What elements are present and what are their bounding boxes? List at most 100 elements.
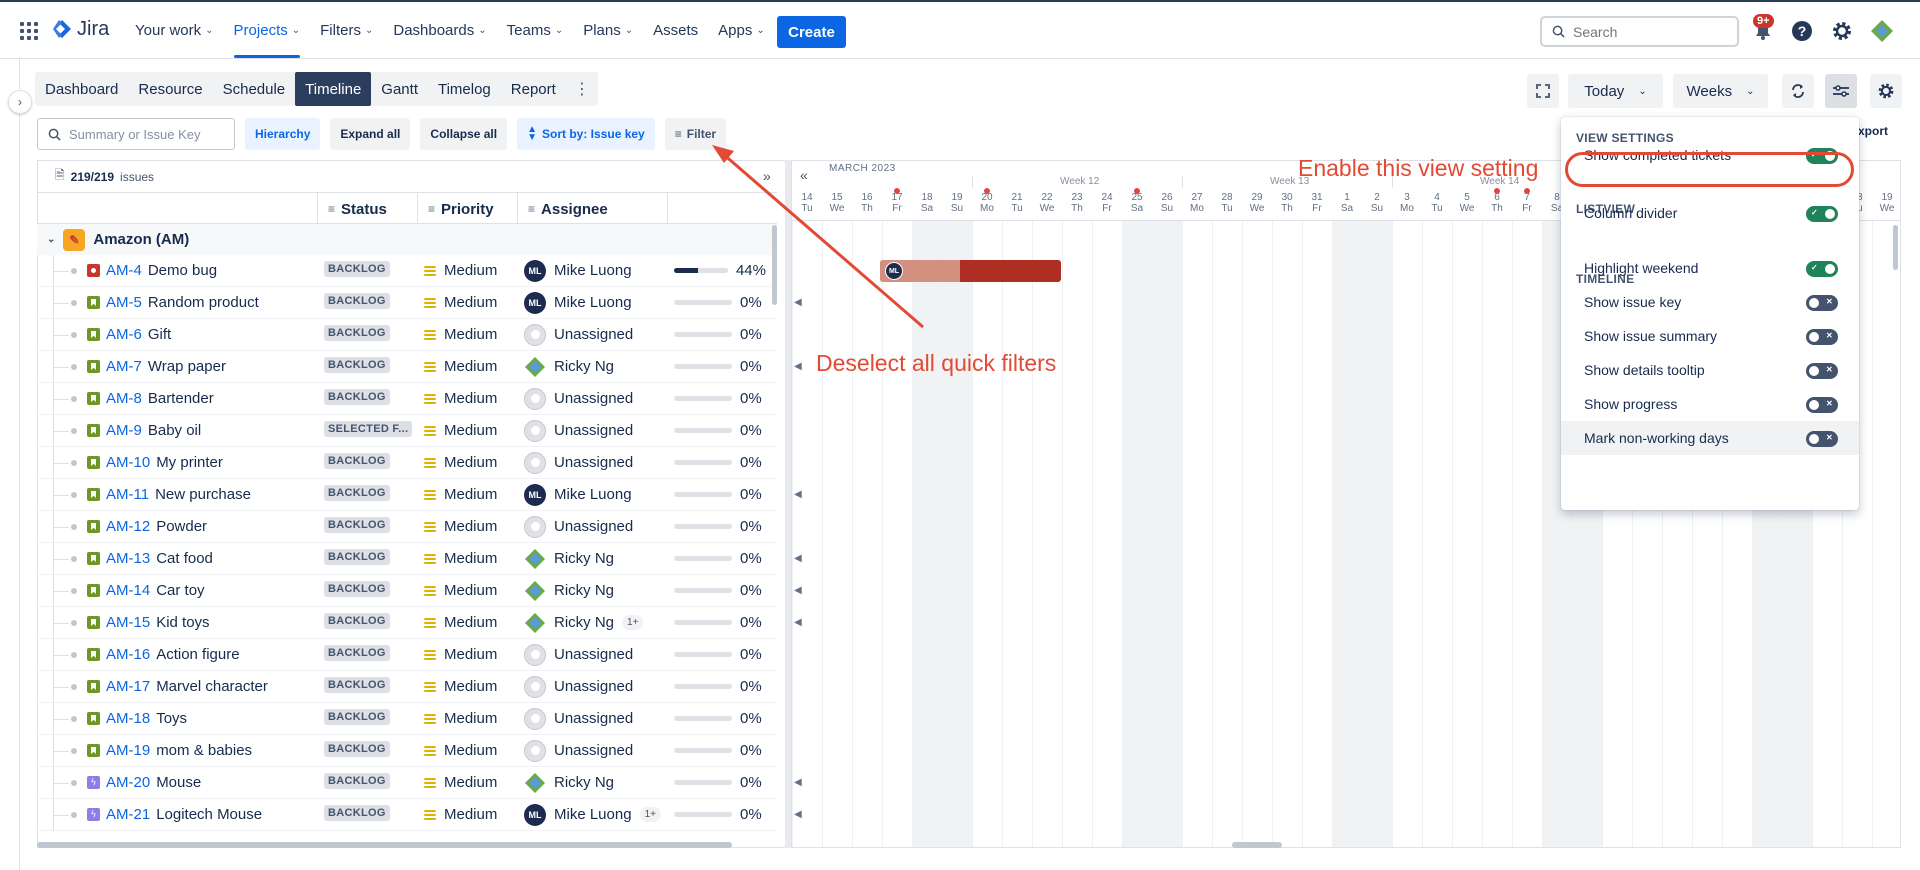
assignee-cell[interactable]: Unassigned	[516, 707, 666, 730]
assignee-cell[interactable]: Unassigned	[516, 451, 666, 474]
issue-summary-cell[interactable]: AM-19 mom & babies	[87, 742, 316, 759]
priority-cell[interactable]: Medium	[416, 262, 516, 279]
weeks-dropdown[interactable]: Weeks ⌄	[1673, 74, 1768, 108]
issue-summary-cell[interactable]: AM-21 Logitech Mouse	[87, 806, 316, 823]
table-row[interactable]: AM-5 Random product BACKLOG Medium ML Mike Lu…	[37, 286, 777, 319]
column-header-status[interactable]: ≡ Status	[317, 193, 417, 225]
table-row[interactable]: AM-13 Cat food BACKLOG Medium Ricky Ng 0%	[37, 542, 777, 575]
fullscreen-icon[interactable]	[1527, 74, 1559, 108]
table-row[interactable]: AM-20 Mouse BACKLOG Medium Ricky Ng 0%	[37, 766, 777, 799]
nav-item-plans[interactable]: Plans ⌄	[573, 2, 643, 59]
assignee-cell[interactable]: Unassigned	[516, 323, 666, 346]
assignee-cell[interactable]: ML Mike Luong 1+	[516, 803, 666, 826]
scroll-to-bar-icon[interactable]: ◀	[794, 553, 802, 564]
status-cell[interactable]: BACKLOG	[316, 580, 416, 601]
help-icon[interactable]: ?	[1789, 18, 1815, 44]
issue-key-link[interactable]: AM-21	[106, 806, 150, 823]
assignee-cell[interactable]: Unassigned	[516, 515, 666, 538]
table-row[interactable]: AM-14 Car toy BACKLOG Medium Ricky Ng 0%	[37, 574, 777, 607]
tab-report[interactable]: Report	[501, 72, 566, 106]
timeline-horizontal-scrollbar[interactable]	[1232, 842, 1282, 848]
status-cell[interactable]: BACKLOG	[316, 484, 416, 505]
assignee-cell[interactable]: ML Mike Luong	[516, 259, 666, 282]
priority-cell[interactable]: Medium	[416, 326, 516, 343]
gear-icon[interactable]	[1829, 18, 1855, 44]
scroll-to-bar-icon[interactable]: ◀	[794, 297, 802, 308]
issue-key-link[interactable]: AM-10	[106, 454, 150, 471]
issue-key-link[interactable]: AM-7	[106, 358, 142, 375]
issue-key-link[interactable]: AM-11	[106, 486, 149, 503]
nav-item-dashboards[interactable]: Dashboards ⌄	[383, 2, 496, 59]
priority-cell[interactable]: Medium	[416, 486, 516, 503]
refresh-icon[interactable]	[1782, 74, 1814, 108]
issue-summary-cell[interactable]: AM-20 Mouse	[87, 774, 316, 791]
setting-mark-non-working-days[interactable]: Mark non-working days ✕	[1561, 421, 1859, 455]
project-group-row[interactable]: ⌄ ✎ Amazon (AM)	[37, 224, 777, 255]
assignee-cell[interactable]: ML Mike Luong	[516, 483, 666, 506]
status-cell[interactable]: BACKLOG	[316, 644, 416, 665]
tab-timelog[interactable]: Timelog	[428, 72, 501, 106]
table-row[interactable]: AM-6 Gift BACKLOG Medium Unassigned 0%	[37, 318, 777, 351]
assignee-cell[interactable]: Ricky Ng 1+	[516, 612, 666, 634]
collapse-list-icon[interactable]: »	[763, 168, 771, 184]
status-cell[interactable]: BACKLOG	[316, 804, 416, 825]
table-row[interactable]: AM-21 Logitech Mouse BACKLOG Medium ML Mike L…	[37, 798, 777, 831]
jira-logo[interactable]: Jira	[52, 18, 109, 41]
setting-show-issue-summary[interactable]: Show issue summary ✕	[1561, 319, 1859, 353]
toggle-switch[interactable]: ✕	[1806, 329, 1838, 345]
issue-summary-cell[interactable]: AM-6 Gift	[87, 326, 316, 343]
issue-summary-cell[interactable]: AM-18 Toys	[87, 710, 316, 727]
sort-button[interactable]: ▲ ▼ Sort by: Issue key	[517, 118, 655, 150]
assignee-cell[interactable]: Unassigned	[516, 419, 666, 442]
table-row[interactable]: AM-4 Demo bug BACKLOG Medium ML Mike Luong 44%	[37, 254, 777, 287]
status-cell[interactable]: BACKLOG	[316, 548, 416, 569]
priority-cell[interactable]: Medium	[416, 614, 516, 631]
status-cell[interactable]: BACKLOG	[316, 772, 416, 793]
scroll-to-bar-icon[interactable]: ◀	[794, 489, 802, 500]
setting-show-progress[interactable]: Show progress ✕	[1561, 387, 1859, 421]
priority-cell[interactable]: Medium	[416, 710, 516, 727]
priority-cell[interactable]: Medium	[416, 518, 516, 535]
status-cell[interactable]: BACKLOG	[316, 740, 416, 761]
scroll-to-bar-icon[interactable]: ◀	[794, 617, 802, 628]
toggle-switch[interactable]: ✕	[1806, 295, 1838, 311]
scroll-to-bar-icon[interactable]: ◀	[794, 777, 802, 788]
priority-cell[interactable]: Medium	[416, 582, 516, 599]
column-header-assignee[interactable]: ≡ Assignee	[517, 193, 667, 225]
toggle-switch[interactable]: ✕	[1806, 431, 1838, 447]
priority-cell[interactable]: Medium	[416, 742, 516, 759]
list-horizontal-scrollbar[interactable]	[37, 842, 732, 848]
assignee-cell[interactable]: Unassigned	[516, 643, 666, 666]
issue-summary-cell[interactable]: AM-5 Random product	[87, 294, 316, 311]
scroll-to-bar-icon[interactable]: ◀	[794, 585, 802, 596]
issue-summary-cell[interactable]: AM-14 Car toy	[87, 582, 316, 599]
issue-summary-cell[interactable]: AM-4 Demo bug	[87, 262, 316, 279]
issue-key-link[interactable]: AM-8	[106, 390, 142, 407]
issue-key-link[interactable]: AM-14	[106, 582, 150, 599]
table-row[interactable]: AM-15 Kid toys BACKLOG Medium Ricky Ng 1+ 0%	[37, 606, 777, 639]
priority-cell[interactable]: Medium	[416, 422, 516, 439]
issue-summary-cell[interactable]: AM-11 New purchase	[87, 486, 316, 503]
nav-item-filters[interactable]: Filters ⌄	[310, 2, 383, 59]
today-button[interactable]: Today ⌄	[1568, 74, 1663, 108]
hierarchy-button[interactable]: Hierarchy	[245, 118, 321, 150]
status-cell[interactable]: BACKLOG	[316, 612, 416, 633]
nav-item-teams[interactable]: Teams ⌄	[497, 2, 574, 59]
issue-summary-cell[interactable]: AM-9 Baby oil	[87, 422, 316, 439]
toggle-switch[interactable]: ✕	[1806, 397, 1838, 413]
issue-key-link[interactable]: AM-15	[106, 614, 150, 631]
status-cell[interactable]: BACKLOG	[316, 292, 416, 313]
priority-cell[interactable]: Medium	[416, 454, 516, 471]
assignee-cell[interactable]: Ricky Ng	[516, 580, 666, 602]
issue-key-link[interactable]: AM-18	[106, 710, 150, 727]
chevron-down-icon[interactable]: ⌄	[47, 234, 55, 245]
status-cell[interactable]: BACKLOG	[316, 260, 416, 281]
setting-show-details-tooltip[interactable]: Show details tooltip ✕	[1561, 353, 1859, 387]
table-row[interactable]: AM-17 Marvel character BACKLOG Medium Unassi…	[37, 670, 777, 703]
status-cell[interactable]: BACKLOG	[316, 388, 416, 409]
priority-cell[interactable]: Medium	[416, 390, 516, 407]
priority-cell[interactable]: Medium	[416, 774, 516, 791]
list-scrollbar[interactable]	[772, 225, 777, 305]
assignee-cell[interactable]: Unassigned	[516, 387, 666, 410]
filter-button[interactable]: ≡ Filter	[664, 118, 727, 150]
